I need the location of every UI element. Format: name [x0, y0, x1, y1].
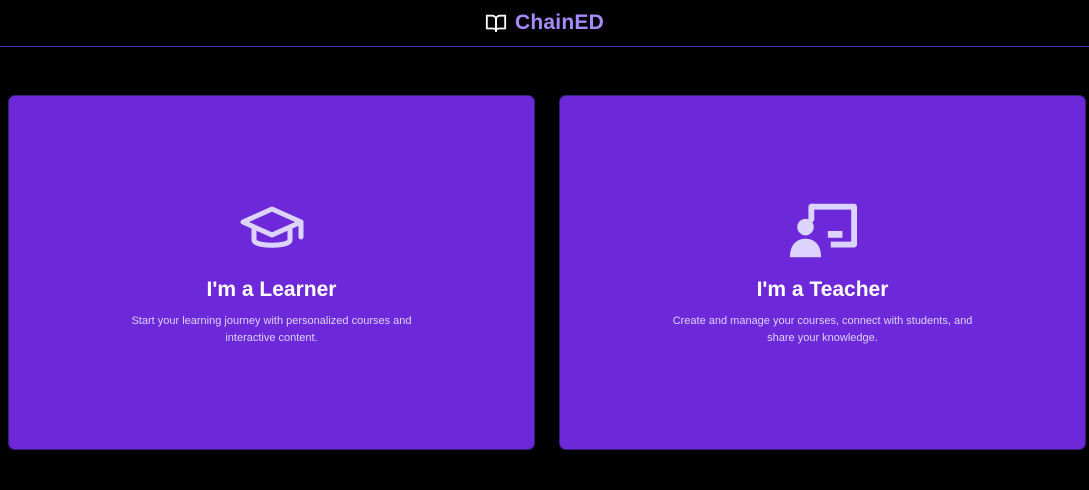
presentation-board-icon	[788, 199, 858, 261]
teacher-description: Create and manage your courses, connect …	[672, 315, 973, 344]
graduation-cap-icon	[237, 199, 307, 261]
teacher-role-card[interactable]: I'm a Teacher Create and manage your cou…	[559, 95, 1086, 450]
app-header: ChainED	[0, 0, 1089, 47]
learner-role-card[interactable]: I'm a Learner Start your learning journe…	[8, 95, 535, 450]
app-title: ChainED	[515, 11, 604, 34]
teacher-title: I'm a Teacher	[756, 278, 889, 301]
learner-description: Start your learning journey with persona…	[131, 315, 412, 344]
book-open-icon	[485, 14, 507, 33]
learner-title: I'm a Learner	[206, 278, 337, 301]
brand-logo[interactable]: ChainED	[485, 11, 604, 35]
